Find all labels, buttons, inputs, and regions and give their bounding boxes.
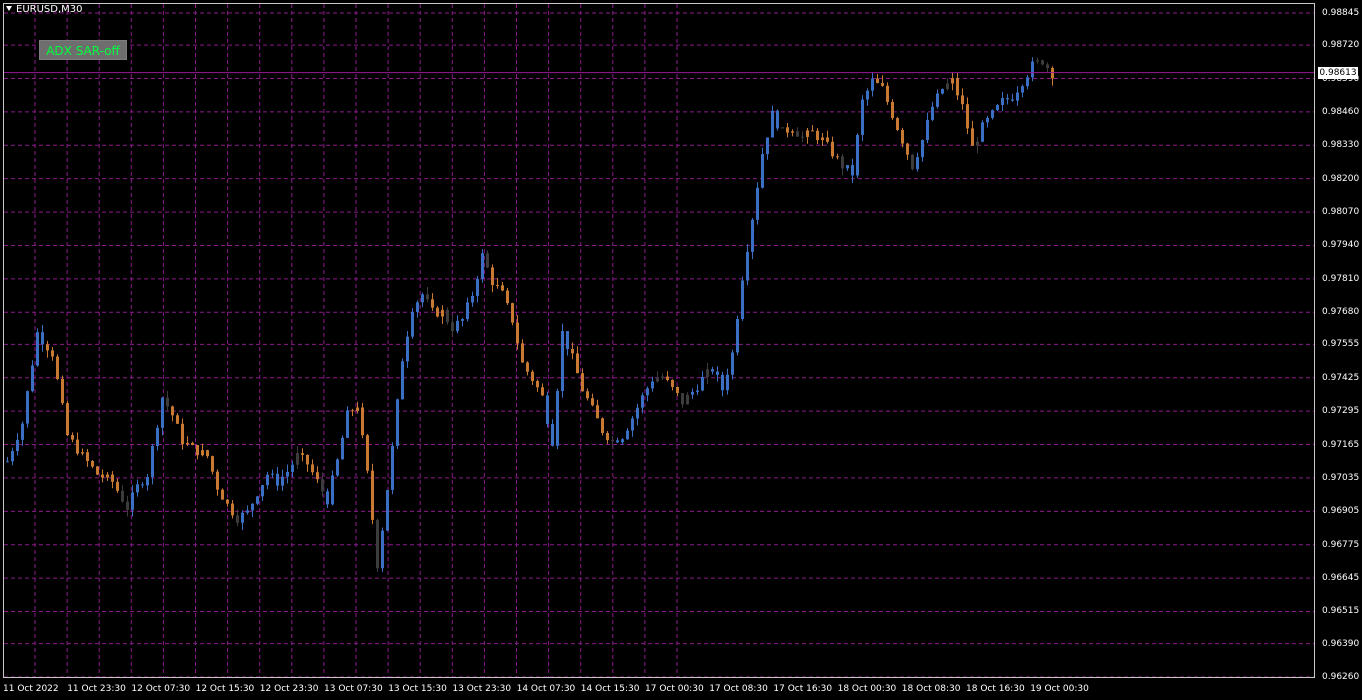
time-tick-label: 13 Oct 23:30 [452, 684, 512, 694]
price-tick-label: 0.98720 [1322, 40, 1360, 51]
price-tick-label: 0.97555 [1322, 339, 1360, 350]
adx-sar-toggle-button[interactable]: ADX SAR-off [39, 40, 127, 60]
time-tick-label: 13 Oct 15:30 [388, 684, 447, 694]
price-tick-label: 0.97810 [1322, 273, 1360, 284]
price-tick-label: 0.97680 [1322, 307, 1360, 318]
time-tick-label: 13 Oct 07:30 [324, 684, 383, 694]
symbol-text: EURUSD,M30 [16, 4, 83, 15]
time-tick-label: 12 Oct 15:30 [195, 684, 255, 694]
time-tick-label: 18 Oct 00:30 [837, 684, 897, 694]
time-tick-label: 17 Oct 08:30 [709, 684, 768, 694]
current-price-label: 0.98613 [1318, 66, 1358, 79]
time-tick-label: 18 Oct 08:30 [901, 684, 961, 694]
time-tick-label: 18 Oct 16:30 [966, 684, 1025, 694]
price-tick-label: 0.96645 [1322, 573, 1360, 584]
price-tick-label: 0.96905 [1322, 506, 1360, 517]
price-tick-label: 0.96775 [1322, 539, 1360, 550]
price-tick-label: 0.98845 [1322, 8, 1360, 18]
price-tick-label: 0.96515 [1322, 606, 1360, 617]
price-tick-label: 0.97295 [1322, 406, 1360, 417]
price-tick-label: 0.97940 [1322, 240, 1360, 251]
price-tick-label: 0.96260 [1322, 672, 1360, 682]
price-tick-label: 0.97035 [1322, 472, 1360, 483]
price-tick-label: 0.98070 [1322, 207, 1360, 218]
time-tick-label: 11 Oct 2022 [3, 684, 59, 694]
time-tick-label: 14 Oct 07:30 [516, 684, 576, 694]
time-tick-label: 14 Oct 15:30 [580, 684, 640, 694]
time-tick-label: 19 Oct 00:30 [1030, 684, 1089, 694]
price-tick-label: 0.98200 [1322, 173, 1360, 184]
dropdown-triangle-icon[interactable] [6, 6, 12, 11]
price-tick-label: 0.98460 [1322, 106, 1360, 117]
plot-frame [3, 3, 1315, 678]
time-tick-label: 12 Oct 07:30 [131, 684, 191, 694]
time-tick-label: 17 Oct 16:30 [773, 684, 833, 694]
time-tick-label: 17 Oct 00:30 [645, 684, 704, 694]
price-tick-label: 0.97425 [1322, 372, 1360, 383]
time-tick-label: 11 Oct 23:30 [67, 684, 126, 694]
symbol-timeframe-label[interactable]: EURUSD,M30 [6, 4, 82, 16]
price-tick-label: 0.96390 [1322, 638, 1360, 649]
chart-window[interactable]: EURUSD,M30 ADX SAR-off 0.98845 0.98720 0.9… [0, 0, 1362, 700]
time-tick-label: 12 Oct 23:30 [259, 684, 319, 694]
price-tick-label: 0.98330 [1322, 140, 1360, 151]
price-tick-label: 0.97165 [1322, 439, 1360, 450]
